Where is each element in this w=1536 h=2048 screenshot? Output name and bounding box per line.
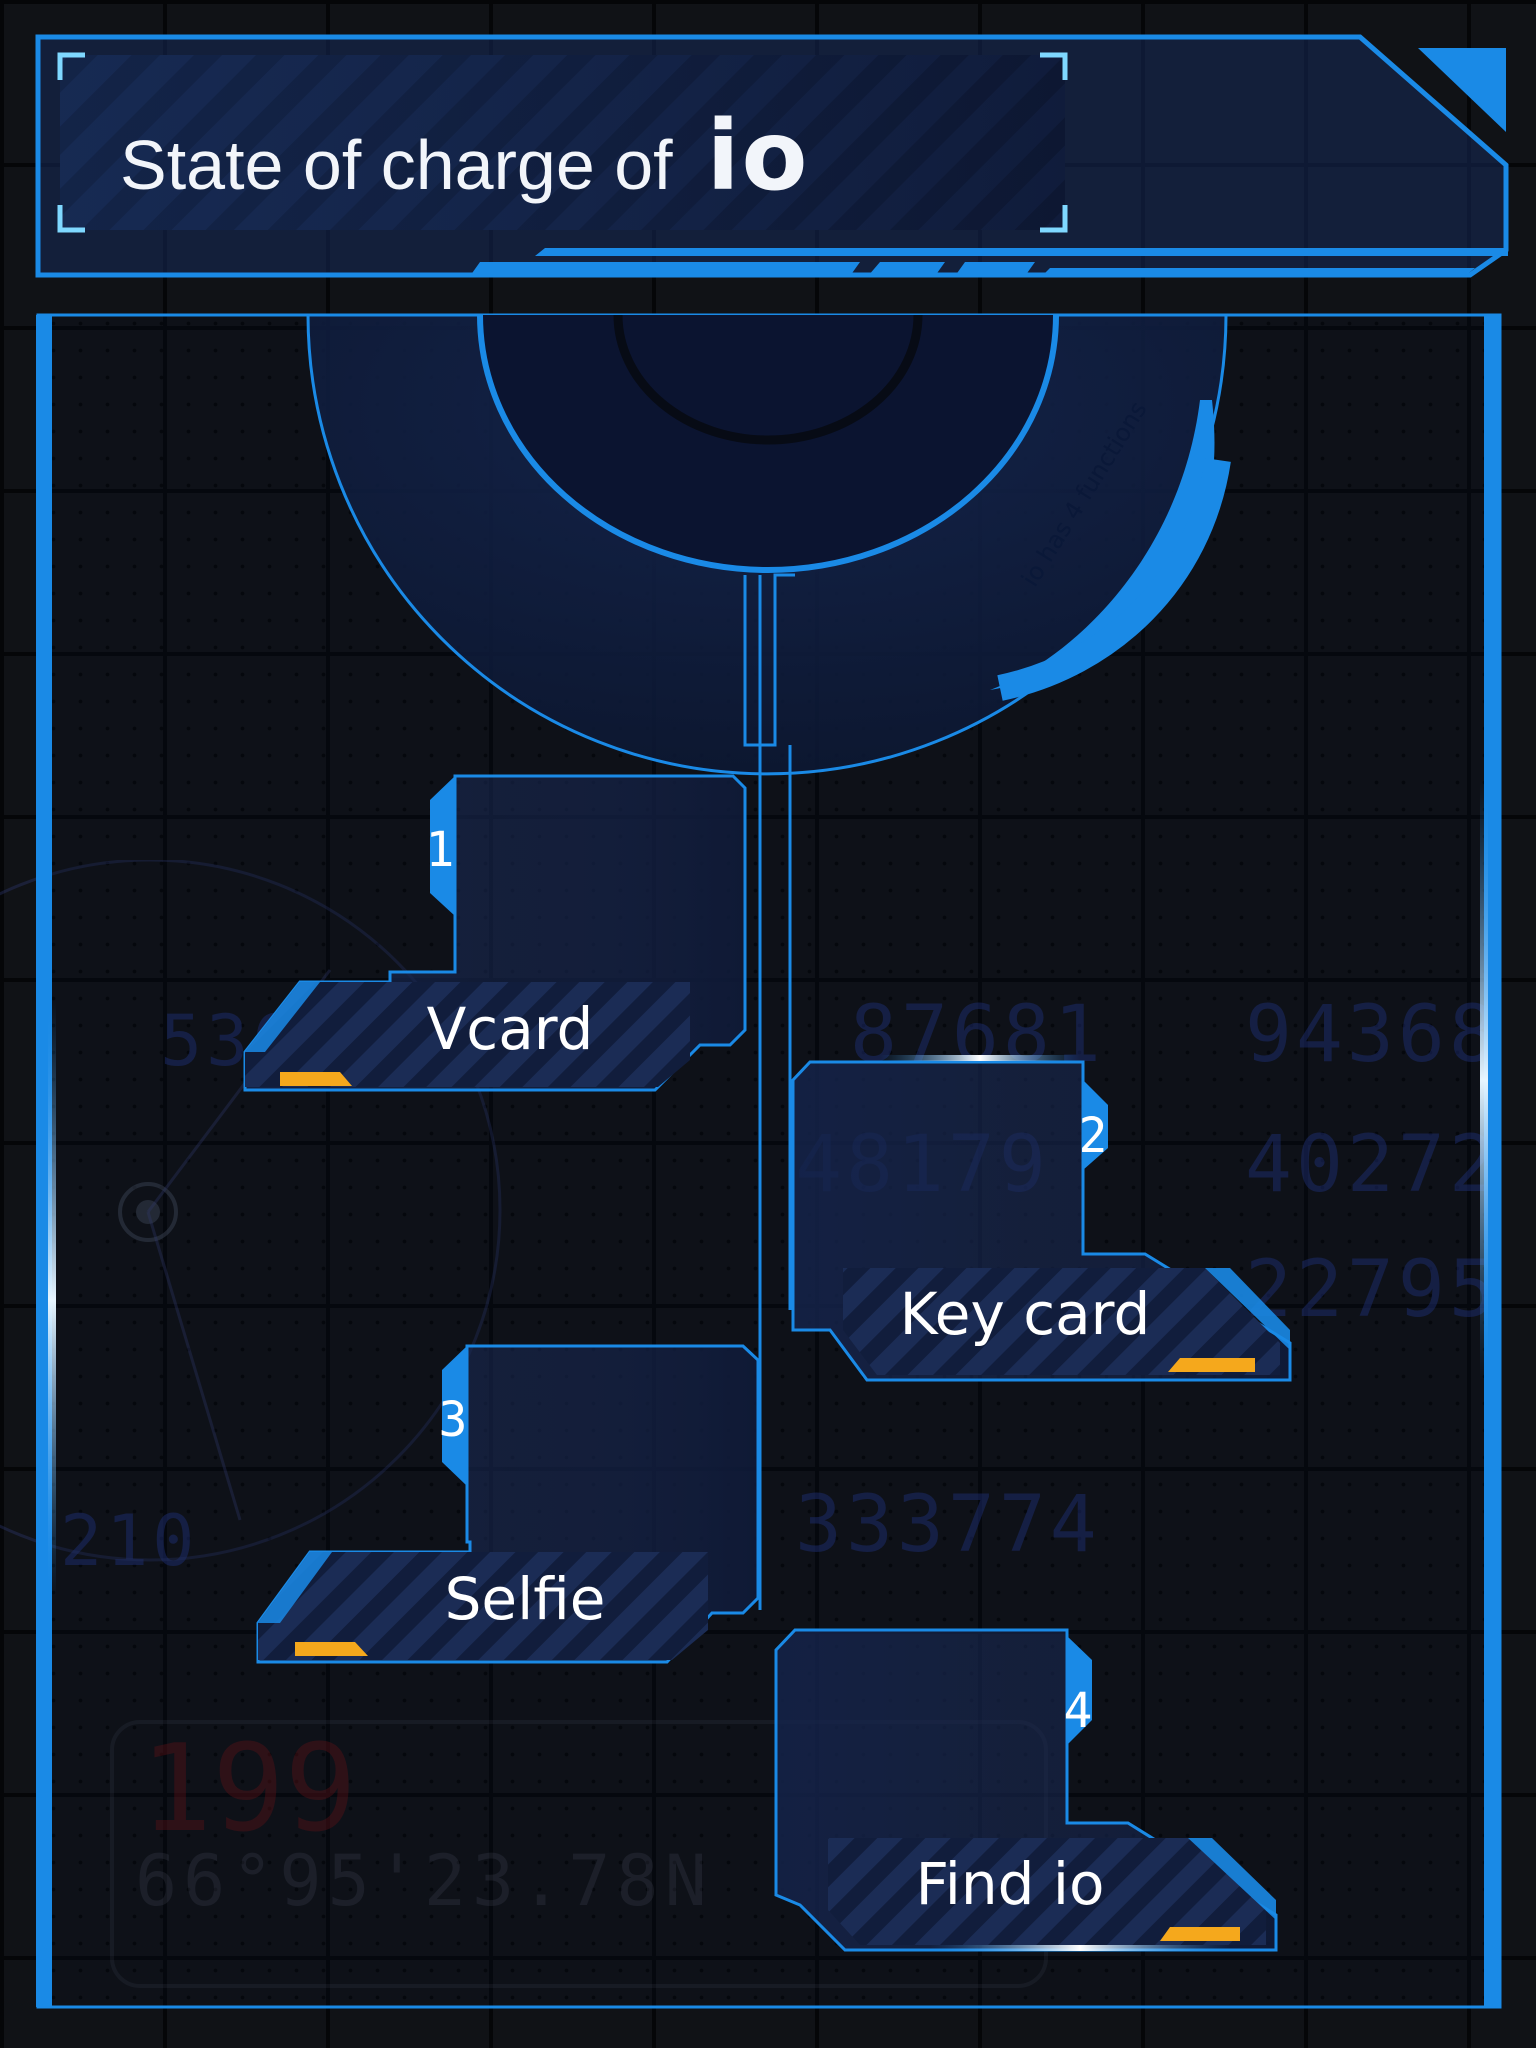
main-panel (36, 313, 1502, 2009)
brand-logo: io (706, 100, 810, 212)
function-number-3: 3 (438, 1392, 468, 1448)
function-label-find-io[interactable]: Find io (830, 1850, 1190, 1918)
function-number-2: 2 (1078, 1108, 1108, 1164)
function-number-1: 1 (425, 822, 455, 878)
function-number-4: 4 (1063, 1683, 1093, 1739)
function-label-key-card[interactable]: Key card (840, 1280, 1210, 1348)
function-label-vcard[interactable]: Vcard (300, 995, 720, 1063)
function-label-selfie[interactable]: Selfie (320, 1565, 730, 1633)
page-title: State of charge of io (120, 100, 809, 212)
title-text: State of charge of (120, 126, 673, 204)
